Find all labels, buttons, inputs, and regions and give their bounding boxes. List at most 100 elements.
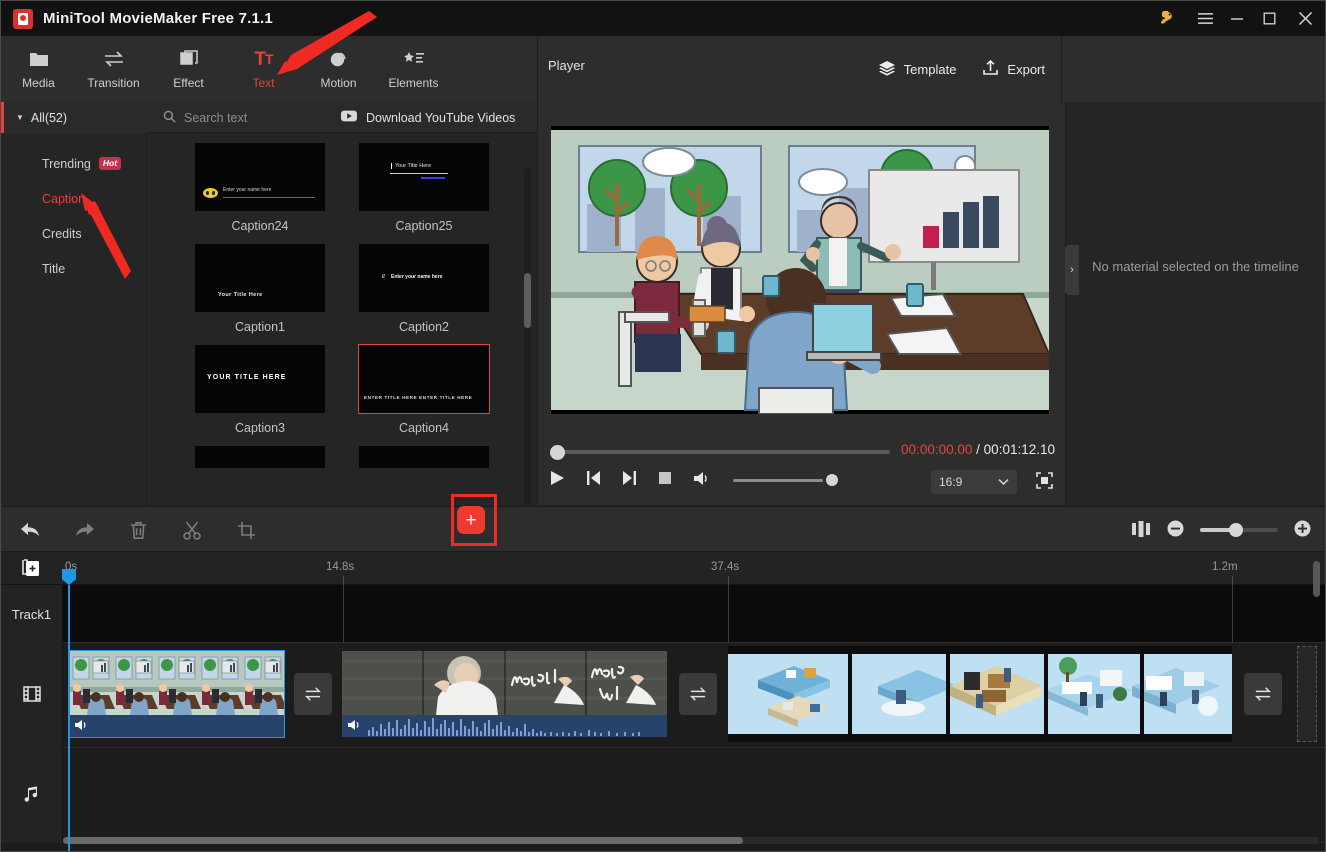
empty-state-message: No material selected on the timeline bbox=[1066, 259, 1325, 274]
template-card-caption24[interactable]: Enter your name here Caption24 bbox=[195, 143, 325, 233]
playhead[interactable] bbox=[68, 585, 70, 851]
timeline-vscrollbar-thumb[interactable] bbox=[1313, 561, 1320, 597]
search-input[interactable]: Search text bbox=[148, 102, 348, 133]
play-button[interactable] bbox=[550, 470, 565, 489]
zoom-out-button[interactable] bbox=[1167, 520, 1184, 540]
nav-item-effect[interactable]: Effect bbox=[151, 36, 226, 102]
split-view-icon[interactable] bbox=[1131, 521, 1151, 540]
speaker-icon[interactable] bbox=[348, 719, 362, 734]
clip-isometric[interactable] bbox=[728, 646, 1232, 742]
category-trending[interactable]: Trending Hot bbox=[1, 146, 146, 181]
track-head-video[interactable] bbox=[1, 643, 63, 748]
category-caption[interactable]: Caption bbox=[1, 181, 146, 216]
zoom-slider[interactable] bbox=[1200, 528, 1278, 532]
template-thumbnail[interactable]: // Enter your name here bbox=[359, 244, 489, 312]
category-credits[interactable]: Credits bbox=[1, 216, 146, 251]
template-grid[interactable]: Enter your name here Caption24 Your Titl… bbox=[148, 133, 537, 505]
app-window: MiniTool MovieMaker Free 7.1.1 bbox=[0, 0, 1326, 852]
elements-icon bbox=[403, 48, 425, 70]
redo-button[interactable] bbox=[73, 519, 95, 541]
panel-collapse-toggle[interactable]: › bbox=[1065, 245, 1079, 295]
nav-item-transition[interactable]: Transition bbox=[76, 36, 151, 102]
speaker-icon[interactable] bbox=[75, 719, 89, 734]
library-scrollbar-thumb[interactable] bbox=[524, 273, 531, 328]
template-thumbnail[interactable] bbox=[195, 446, 325, 468]
template-card-caption1[interactable]: Your Title Here Caption1 bbox=[195, 244, 325, 334]
timeline-toolbar bbox=[1, 506, 1325, 552]
folder-icon bbox=[29, 48, 49, 70]
export-button[interactable]: Export bbox=[982, 59, 1045, 79]
volume-button[interactable] bbox=[693, 471, 710, 489]
aspect-ratio-value: 16:9 bbox=[939, 475, 962, 489]
fullscreen-button[interactable] bbox=[1036, 472, 1053, 492]
export-upload-icon bbox=[982, 59, 999, 79]
export-label: Export bbox=[1007, 62, 1045, 77]
nav-item-motion[interactable]: Motion bbox=[301, 36, 376, 102]
timeline-lane-track1[interactable] bbox=[63, 585, 1325, 643]
category-label-credits: Credits bbox=[42, 227, 82, 241]
aspect-ratio-select[interactable]: 16:9 bbox=[931, 470, 1017, 494]
template-preview-text: Enter your name here bbox=[391, 274, 442, 280]
license-key-icon[interactable] bbox=[1151, 1, 1183, 36]
timeline-ruler[interactable]: 0s 14.8s 37.4s 1.2m bbox=[1, 552, 1325, 585]
template-thumbnail[interactable]: Enter your name here bbox=[195, 143, 325, 211]
template-button[interactable]: Template bbox=[878, 60, 957, 79]
category-title[interactable]: Title bbox=[1, 251, 146, 286]
template-card-caption3[interactable]: YOUR TITLE HERE Caption3 bbox=[195, 345, 325, 435]
split-button[interactable] bbox=[181, 519, 203, 541]
transition-1[interactable] bbox=[294, 673, 332, 715]
library-categories: Trending Hot Caption Credits Title bbox=[1, 133, 147, 505]
library-scrollbar-track[interactable] bbox=[524, 168, 531, 505]
minimize-icon[interactable] bbox=[1221, 1, 1253, 36]
crop-button[interactable] bbox=[235, 519, 257, 541]
template-thumbnail[interactable] bbox=[359, 446, 489, 468]
all-filter-tab[interactable]: ▼ All(52) bbox=[1, 102, 147, 133]
clip-chalkboard[interactable] bbox=[342, 651, 667, 737]
text-library-panel: ▼ All(52) Search text Download YouTube V… bbox=[1, 102, 537, 505]
next-frame-button[interactable] bbox=[622, 470, 637, 489]
template-thumbnail[interactable]: ENTER TITLE HERE ENTER TITLE HERE bbox=[359, 345, 489, 413]
template-card-caption25[interactable]: Your Title Here Caption25 bbox=[359, 143, 489, 233]
template-card-caption4[interactable]: ENTER TITLE HERE ENTER TITLE HERE Captio… bbox=[359, 345, 489, 435]
template-card-partial-2[interactable] bbox=[359, 446, 489, 468]
clip-audio-bar bbox=[69, 715, 284, 737]
all-filter-label: All(52) bbox=[31, 111, 67, 125]
timeline-hscrollbar-thumb[interactable] bbox=[63, 837, 743, 844]
zoom-knob[interactable] bbox=[1229, 523, 1243, 537]
transition-3[interactable] bbox=[1244, 673, 1282, 715]
template-thumbnail[interactable]: YOUR TITLE HERE bbox=[195, 345, 325, 413]
preview-accent bbox=[421, 177, 445, 179]
track-head-track1[interactable]: Track1 bbox=[1, 585, 63, 643]
template-card-partial-1[interactable] bbox=[195, 446, 325, 468]
menu-icon[interactable] bbox=[1189, 1, 1221, 36]
volume-knob[interactable] bbox=[826, 474, 838, 486]
nav-label-media: Media bbox=[22, 76, 55, 90]
preview-stage[interactable] bbox=[551, 126, 1049, 414]
maximize-icon[interactable] bbox=[1253, 1, 1285, 36]
undo-button[interactable] bbox=[19, 519, 41, 541]
nav-item-text[interactable]: TT Text bbox=[226, 36, 301, 102]
clip-meeting-room[interactable] bbox=[69, 651, 284, 737]
template-thumbnail[interactable]: Your Title Here bbox=[359, 143, 489, 211]
close-icon[interactable] bbox=[1285, 1, 1325, 36]
volume-slider[interactable] bbox=[733, 473, 833, 487]
nav-item-media[interactable]: Media bbox=[1, 36, 76, 102]
transition-2[interactable] bbox=[679, 673, 717, 715]
lane-divider-3 bbox=[1232, 585, 1233, 643]
stop-button[interactable] bbox=[658, 471, 672, 488]
delete-button[interactable] bbox=[127, 519, 149, 541]
template-card-caption2[interactable]: // Enter your name here Caption2 bbox=[359, 244, 489, 334]
previous-frame-button[interactable] bbox=[586, 470, 601, 489]
timeline-lane-audio[interactable] bbox=[63, 748, 1325, 843]
timeline-end-placeholder[interactable] bbox=[1297, 646, 1317, 742]
progress-knob[interactable] bbox=[550, 445, 565, 460]
download-youtube-button[interactable]: Download YouTube Videos bbox=[341, 102, 515, 133]
track-head-audio[interactable] bbox=[1, 748, 63, 843]
playback-progress-slider[interactable] bbox=[550, 444, 890, 460]
film-icon bbox=[22, 684, 42, 707]
zoom-in-button[interactable] bbox=[1294, 520, 1311, 540]
add-media-icon[interactable] bbox=[21, 558, 41, 581]
add-to-timeline-button[interactable]: + bbox=[457, 506, 485, 534]
nav-item-elements[interactable]: Elements bbox=[376, 36, 451, 102]
template-thumbnail[interactable]: Your Title Here bbox=[195, 244, 325, 312]
